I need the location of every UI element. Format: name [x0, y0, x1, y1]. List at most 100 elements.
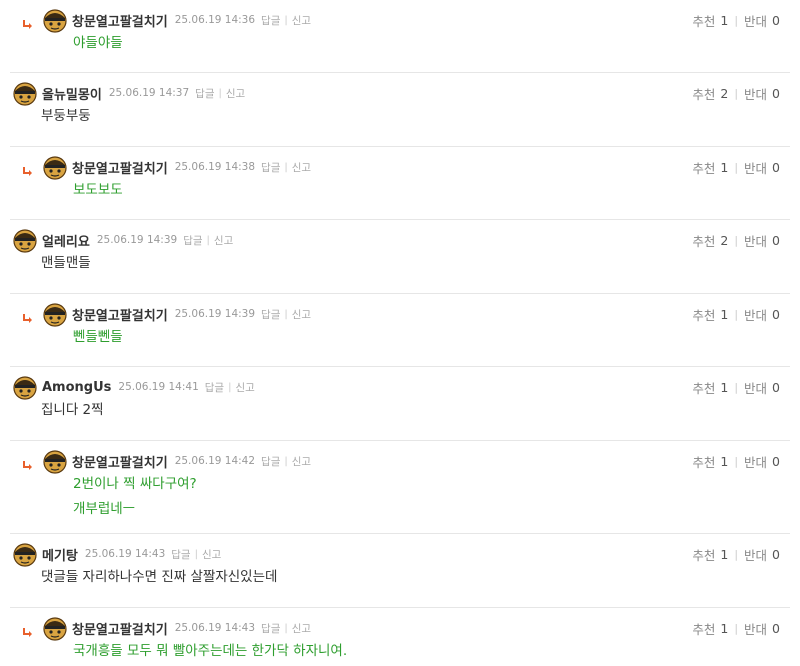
comment: 얼레리요 25.06.19 14:39 답글 | 신고 추천 2 | 반대 0 맨들맨들: [10, 220, 790, 294]
report-button[interactable]: 신고: [202, 547, 221, 562]
upvote-button[interactable]: 추천 1: [692, 452, 728, 471]
reply-button[interactable]: 답글: [183, 233, 202, 248]
downvote-button[interactable]: 반대 0: [744, 231, 780, 250]
timestamp: 25.06.19 14:43: [174, 622, 256, 634]
upvote-label: 추천: [692, 307, 716, 323]
nickname[interactable]: 창문열고팔걸치기: [72, 158, 168, 177]
downvote-count: 0: [772, 379, 780, 395]
comment-meta: 올뉴밀몽이 25.06.19 14:37 답글 | 신고: [42, 84, 245, 103]
report-button[interactable]: 신고: [292, 307, 311, 322]
upvote-label: 추천: [692, 547, 716, 563]
reply-arrow-icon: [22, 162, 34, 176]
reply-button[interactable]: 답글: [171, 547, 190, 562]
upvote-button[interactable]: 추천 1: [692, 378, 728, 397]
divider: |: [218, 87, 222, 99]
reply-arrow-icon: [22, 309, 34, 323]
vote-box: 추천 1 | 반대 0: [692, 378, 780, 397]
downvote-count: 0: [772, 232, 780, 248]
vote-box: 추천 1 | 반대 0: [692, 452, 780, 471]
upvote-count: 1: [720, 379, 729, 395]
upvote-button[interactable]: 추천 1: [692, 545, 728, 564]
avatar[interactable]: [12, 80, 38, 106]
upvote-button[interactable]: 추천 1: [692, 305, 728, 324]
downvote-button[interactable]: 반대 0: [744, 158, 780, 177]
reply-button[interactable]: 답글: [261, 621, 280, 636]
avatar[interactable]: [42, 301, 68, 327]
comment-meta: 얼레리요 25.06.19 14:39 답글 | 신고: [42, 231, 233, 250]
report-button[interactable]: 신고: [292, 621, 311, 636]
reply-arrow-icon: [22, 456, 34, 470]
comment-meta: 창문열고팔걸치기 25.06.19 14:39 답글 | 신고: [72, 305, 311, 324]
downvote-count: 0: [772, 453, 780, 469]
timestamp: 25.06.19 14:36: [174, 14, 256, 26]
nickname[interactable]: 얼레리요: [42, 231, 90, 250]
nickname[interactable]: 메기탕: [42, 545, 78, 564]
reply-button[interactable]: 답글: [261, 307, 280, 322]
divider: |: [734, 233, 739, 247]
reply-button[interactable]: 답글: [261, 160, 280, 175]
upvote-count: 1: [720, 453, 729, 469]
timestamp: 25.06.19 14:37: [108, 87, 190, 99]
downvote-count: 0: [772, 12, 780, 28]
upvote-label: 추천: [692, 454, 716, 470]
upvote-button[interactable]: 추천 1: [692, 11, 728, 30]
downvote-button[interactable]: 반대 0: [744, 545, 780, 564]
divider: |: [734, 380, 739, 394]
comment-text: 부둥부둥: [41, 108, 91, 124]
reply-button[interactable]: 답글: [205, 380, 224, 395]
avatar[interactable]: [42, 448, 68, 474]
timestamp: 25.06.19 14:39: [96, 234, 178, 246]
divider: |: [734, 547, 739, 561]
avatar[interactable]: [42, 154, 68, 180]
vote-box: 추천 1 | 반대 0: [692, 305, 780, 324]
timestamp: 25.06.19 14:42: [174, 455, 256, 467]
avatar[interactable]: [12, 374, 38, 400]
nickname[interactable]: 창문열고팔걸치기: [72, 619, 168, 638]
downvote-label: 반대: [744, 160, 768, 176]
comment: AmongUs 25.06.19 14:41 답글 | 신고 추천 1 | 반대 0 집니다 2찍: [10, 367, 790, 441]
divider: |: [734, 160, 739, 174]
reply-button[interactable]: 답글: [261, 454, 280, 469]
nickname[interactable]: AmongUs: [42, 380, 111, 395]
avatar[interactable]: [12, 227, 38, 253]
avatar[interactable]: [42, 615, 68, 641]
downvote-button[interactable]: 반대 0: [744, 452, 780, 471]
downvote-button[interactable]: 반대 0: [744, 305, 780, 324]
comment-meta: 창문열고팔걸치기 25.06.19 14:42 답글 | 신고: [72, 452, 311, 471]
upvote-count: 2: [720, 232, 729, 248]
upvote-button[interactable]: 추천 2: [692, 231, 728, 250]
nickname[interactable]: 창문열고팔걸치기: [72, 452, 168, 471]
reply-comment: 창문열고팔걸치기 25.06.19 14:36 답글 | 신고 추천 1 | 반대 0 야들야들: [10, 0, 790, 73]
reply-button[interactable]: 답글: [195, 86, 214, 101]
divider: |: [206, 234, 210, 246]
comment-text: 집니다 2찍: [41, 402, 104, 418]
downvote-button[interactable]: 반대 0: [744, 11, 780, 30]
divider: |: [284, 455, 288, 467]
upvote-label: 추천: [692, 86, 716, 102]
upvote-button[interactable]: 추천 1: [692, 158, 728, 177]
timestamp: 25.06.19 14:38: [174, 161, 256, 173]
comment-text: 국개흥들 모두 뭐 빨아주는데는 한가닥 하자니여.: [73, 643, 348, 659]
upvote-button[interactable]: 추천 2: [692, 84, 728, 103]
report-button[interactable]: 신고: [235, 380, 254, 395]
downvote-button[interactable]: 반대 0: [744, 619, 780, 638]
report-button[interactable]: 신고: [292, 13, 311, 28]
reply-comment: 창문열고팔걸치기 25.06.19 14:39 답글 | 신고 추천 1 | 반대 0 뻰들뻰들: [10, 294, 790, 367]
nickname[interactable]: 올뉴밀몽이: [42, 84, 102, 103]
nickname[interactable]: 창문열고팔걸치기: [72, 305, 168, 324]
report-button[interactable]: 신고: [214, 233, 233, 248]
report-button[interactable]: 신고: [292, 454, 311, 469]
avatar[interactable]: [12, 541, 38, 567]
reply-button[interactable]: 답글: [261, 13, 280, 28]
reply-arrow-icon: [22, 623, 34, 637]
report-button[interactable]: 신고: [226, 86, 245, 101]
downvote-button[interactable]: 반대 0: [744, 84, 780, 103]
downvote-button[interactable]: 반대 0: [744, 378, 780, 397]
avatar[interactable]: [42, 7, 68, 33]
report-button[interactable]: 신고: [292, 160, 311, 175]
vote-box: 추천 1 | 반대 0: [692, 619, 780, 638]
upvote-button[interactable]: 추천 1: [692, 619, 728, 638]
upvote-count: 1: [720, 620, 729, 636]
nickname[interactable]: 창문열고팔걸치기: [72, 11, 168, 30]
upvote-count: 1: [720, 12, 729, 28]
